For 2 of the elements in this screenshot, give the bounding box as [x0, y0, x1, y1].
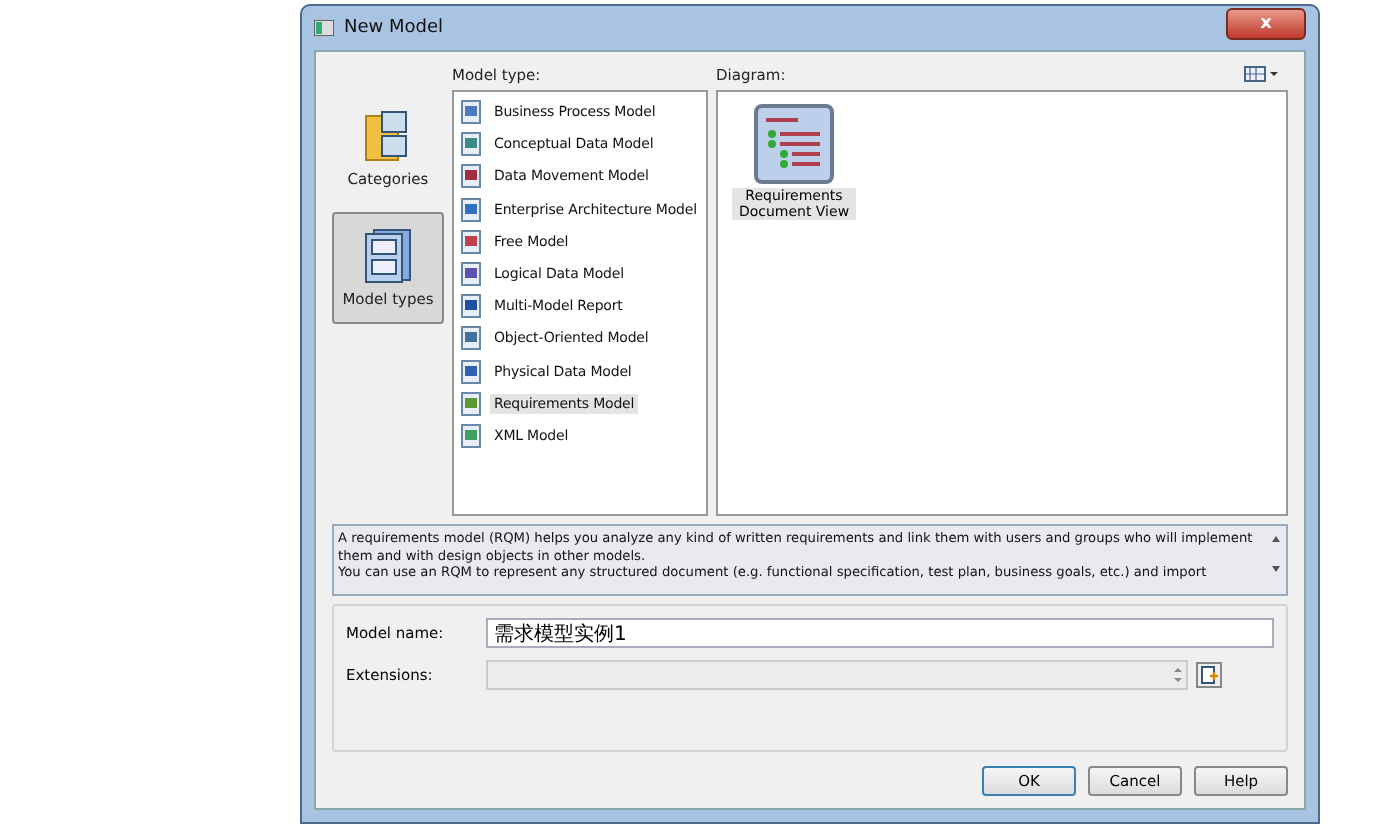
model-name-field[interactable]: 需求模型实例1: [486, 618, 1274, 648]
window-title: New Model: [344, 18, 444, 38]
